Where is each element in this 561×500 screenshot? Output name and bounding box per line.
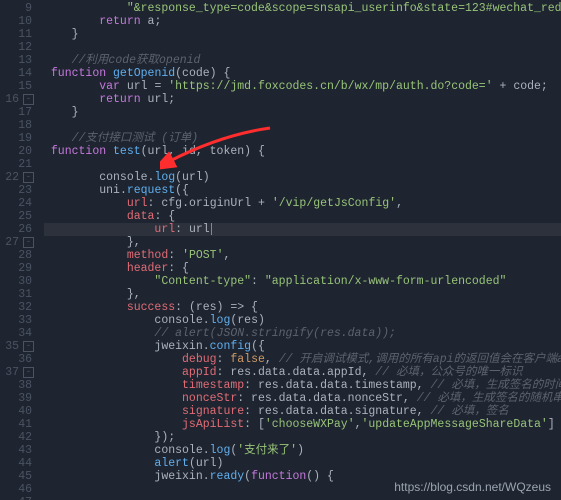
line-number: 37- bbox=[0, 366, 34, 379]
code-line[interactable]: "&response_type=code&scope=snsapi_userin… bbox=[44, 2, 561, 15]
code-line[interactable]: debug: false, // 开启调试模式,调用的所有api的返回值会在客户… bbox=[44, 353, 561, 366]
code-line[interactable] bbox=[44, 41, 561, 54]
line-number: 30 bbox=[0, 275, 34, 288]
line-number: 43 bbox=[0, 444, 34, 457]
code-line[interactable]: url: url bbox=[44, 223, 561, 236]
line-number: 25 bbox=[0, 210, 34, 223]
line-number: 27- bbox=[0, 236, 34, 249]
code-line[interactable]: signature: res.data.data.signature, // 必… bbox=[44, 405, 561, 418]
code-line[interactable]: //支付接口测试 (订单) bbox=[44, 132, 561, 145]
code-editor[interactable]: 910111213141516-171819202122-2324252627-… bbox=[0, 0, 561, 500]
code-line[interactable] bbox=[44, 483, 561, 496]
code-line[interactable]: alert(url) bbox=[44, 457, 561, 470]
code-line[interactable]: return url; bbox=[44, 93, 561, 106]
line-number: 14 bbox=[0, 67, 34, 80]
line-number: 41 bbox=[0, 418, 34, 431]
line-number: 44 bbox=[0, 457, 34, 470]
line-number: 20 bbox=[0, 145, 34, 158]
code-line[interactable]: method: 'POST', bbox=[44, 249, 561, 262]
code-line[interactable]: }, bbox=[44, 236, 561, 249]
line-number: 39 bbox=[0, 392, 34, 405]
code-line[interactable]: function test(url, id, token) { bbox=[44, 145, 561, 158]
line-number: 40 bbox=[0, 405, 34, 418]
line-number: 19 bbox=[0, 132, 34, 145]
code-line[interactable] bbox=[44, 119, 561, 132]
line-number: 42 bbox=[0, 431, 34, 444]
line-number: 12 bbox=[0, 41, 34, 54]
code-line[interactable]: }); bbox=[44, 431, 561, 444]
code-line[interactable]: success: (res) => { bbox=[44, 301, 561, 314]
line-number: 22- bbox=[0, 171, 34, 184]
code-line[interactable]: appId: res.data.data.appId, // 必填，公众号的唯一… bbox=[44, 366, 561, 379]
line-number: 16- bbox=[0, 93, 34, 106]
line-number: 33 bbox=[0, 314, 34, 327]
code-line[interactable] bbox=[44, 158, 561, 171]
code-line[interactable]: console.log(res) bbox=[44, 314, 561, 327]
code-line[interactable]: function getOpenid(code) { bbox=[44, 67, 561, 80]
code-line[interactable]: }, bbox=[44, 288, 561, 301]
line-number: 38 bbox=[0, 379, 34, 392]
line-number: 28 bbox=[0, 249, 34, 262]
fold-icon[interactable]: - bbox=[23, 94, 34, 105]
line-number: 36 bbox=[0, 353, 34, 366]
line-number: 31 bbox=[0, 288, 34, 301]
code-line[interactable]: data: { bbox=[44, 210, 561, 223]
code-line[interactable]: // alert(JSON.stringify(res.data)); bbox=[44, 327, 561, 340]
line-number-gutter: 910111213141516-171819202122-2324252627-… bbox=[0, 0, 38, 500]
fold-icon[interactable]: - bbox=[23, 341, 34, 352]
code-line[interactable]: nonceStr: res.data.data.nonceStr, // 必填，… bbox=[44, 392, 561, 405]
line-number: 9 bbox=[0, 2, 34, 15]
line-number: 32 bbox=[0, 301, 34, 314]
code-line[interactable]: url: cfg.originUrl + '/vip/getJsConfig', bbox=[44, 197, 561, 210]
line-number: 15 bbox=[0, 80, 34, 93]
code-line[interactable]: jsApiList: ['chooseWXPay','updateAppMess… bbox=[44, 418, 561, 431]
line-number: 29 bbox=[0, 262, 34, 275]
code-line[interactable]: //利用code获取openid bbox=[44, 54, 561, 67]
line-number: 11 bbox=[0, 28, 34, 41]
fold-icon[interactable]: - bbox=[23, 237, 34, 248]
line-number: 35- bbox=[0, 340, 34, 353]
code-line[interactable]: } bbox=[44, 28, 561, 41]
code-area[interactable]: "&response_type=code&scope=snsapi_userin… bbox=[38, 0, 561, 500]
code-line[interactable]: console.log('支付来了') bbox=[44, 444, 561, 457]
line-number: 13 bbox=[0, 54, 34, 67]
line-number: 21 bbox=[0, 158, 34, 171]
line-number: 23 bbox=[0, 184, 34, 197]
text-cursor bbox=[211, 223, 212, 235]
line-number: 17 bbox=[0, 106, 34, 119]
fold-icon[interactable]: - bbox=[23, 367, 34, 378]
line-number: 46 bbox=[0, 483, 34, 496]
line-number: 18 bbox=[0, 119, 34, 132]
line-number: 26 bbox=[0, 223, 34, 236]
code-line[interactable] bbox=[44, 496, 561, 500]
code-line[interactable]: } bbox=[44, 106, 561, 119]
line-number: 47 bbox=[0, 496, 34, 500]
code-line[interactable]: "Content-type": "application/x-www-form-… bbox=[44, 275, 561, 288]
code-line[interactable]: jweixin.config({ bbox=[44, 340, 561, 353]
line-number: 34 bbox=[0, 327, 34, 340]
code-line[interactable]: jweixin.ready(function() { bbox=[44, 470, 561, 483]
line-number: 10 bbox=[0, 15, 34, 28]
fold-icon[interactable]: - bbox=[23, 172, 34, 183]
code-line[interactable]: var url = 'https://jmd.foxcodes.cn/b/wx/… bbox=[44, 80, 561, 93]
line-number: 24 bbox=[0, 197, 34, 210]
code-line[interactable]: uni.request({ bbox=[44, 184, 561, 197]
code-line[interactable]: header: { bbox=[44, 262, 561, 275]
code-line[interactable]: console.log(url) bbox=[44, 171, 561, 184]
code-line[interactable]: timestamp: res.data.data.timestamp, // 必… bbox=[44, 379, 561, 392]
code-line[interactable]: return a; bbox=[44, 15, 561, 28]
line-number: 45 bbox=[0, 470, 34, 483]
